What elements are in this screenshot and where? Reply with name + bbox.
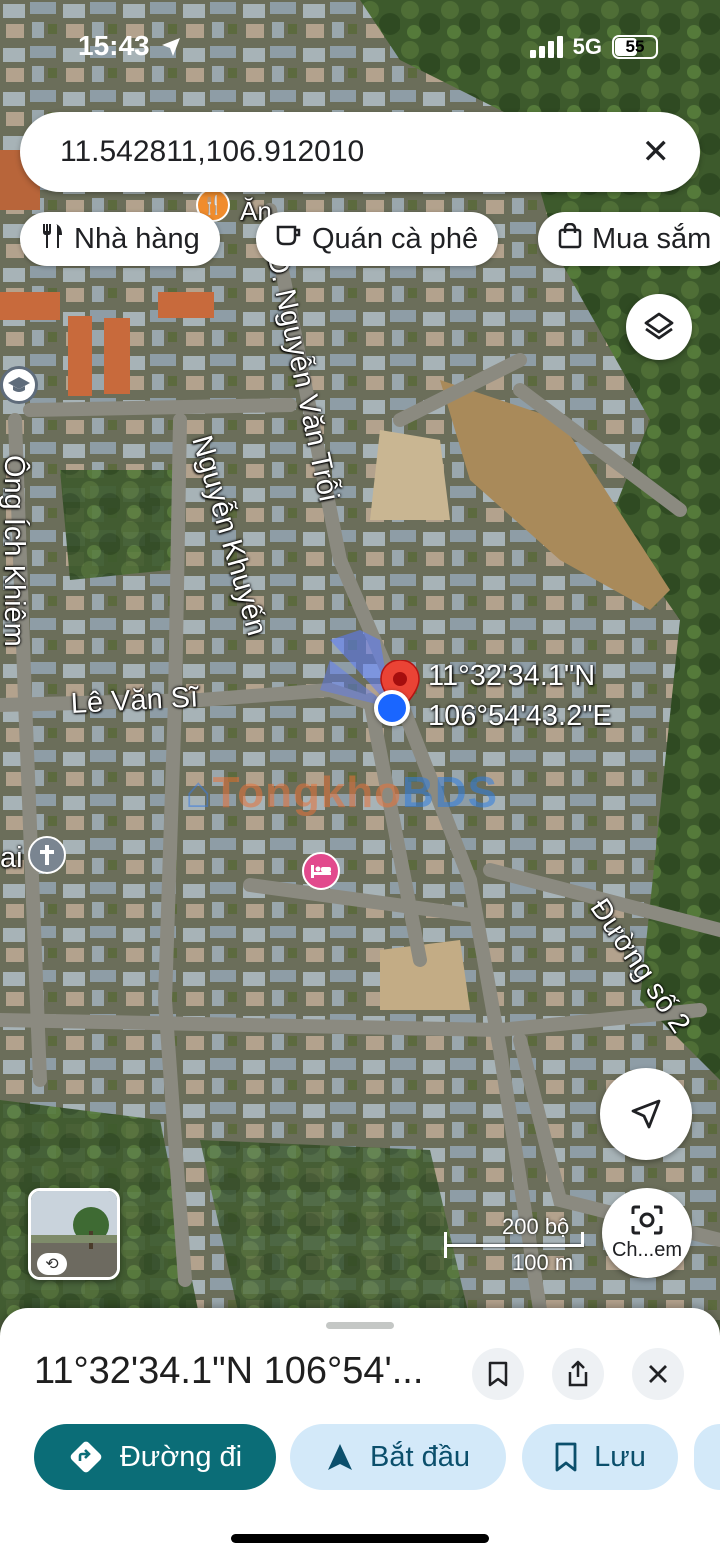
save-label: Lưu: [594, 1440, 646, 1473]
home-indicator[interactable]: [231, 1534, 489, 1543]
status-time: 15:43: [78, 30, 181, 62]
status-time-text: 15:43: [78, 30, 150, 61]
hotel-poi-icon[interactable]: [302, 852, 340, 890]
scale-imperial: 200 bộ: [502, 1214, 570, 1239]
chip-shopping[interactable]: Mua sắm: [538, 212, 720, 266]
share-button[interactable]: [552, 1348, 604, 1400]
street-view-thumbnail[interactable]: ⟲: [28, 1188, 120, 1280]
school-poi-icon[interactable]: [0, 366, 38, 404]
chip-shopping-label: Mua sắm: [592, 222, 712, 255]
watermark-home-icon: ⌂: [185, 768, 213, 817]
watermark: ⌂TongkhoBDS: [185, 768, 498, 818]
road-label-partial-left: ai: [0, 842, 23, 874]
layers-button[interactable]: [626, 294, 692, 360]
start-button[interactable]: Bắt đầu: [290, 1424, 506, 1490]
layers-icon: [644, 312, 674, 340]
coffee-cup-icon: [276, 224, 302, 255]
chip-restaurants[interactable]: Nhà hàng: [20, 212, 220, 266]
close-sheet-button[interactable]: [632, 1348, 684, 1400]
road-label-le-van-si: Lê Văn Sĩ: [70, 681, 199, 720]
camera-button-label: Ch...em: [611, 1238, 683, 1261]
sheet-drag-handle[interactable]: [326, 1322, 394, 1329]
search-input[interactable]: 11.542811,106.912010: [60, 135, 642, 169]
battery-icon: 55: [612, 35, 658, 59]
signal-bars-icon: [529, 36, 563, 58]
road-label-ong-ich-khiem: Ông Ích Khiêm: [0, 455, 30, 647]
share-icon: [568, 1360, 588, 1387]
church-poi-icon[interactable]: [28, 836, 66, 874]
chip-coffee[interactable]: Quán cà phê: [256, 212, 499, 266]
directions-button[interactable]: Đường đi: [34, 1424, 276, 1490]
shopping-bag-icon: [558, 222, 582, 256]
save-button[interactable]: Lưu: [522, 1424, 678, 1490]
navigation-arrow-icon: [631, 1099, 661, 1129]
navigation-arrow-icon: [328, 1444, 352, 1470]
camera-search-button[interactable]: Ch...em: [602, 1188, 692, 1278]
my-location-button[interactable]: [600, 1068, 692, 1160]
current-location-dot: [374, 690, 410, 726]
scale-bar: 200 bộ 100 m: [444, 1214, 589, 1276]
start-label: Bắt đầu: [370, 1440, 470, 1473]
camera-icon: [631, 1205, 663, 1234]
close-icon: [649, 1365, 667, 1383]
search-bar[interactable]: 11.542811,106.912010 ✕: [20, 112, 700, 192]
chip-restaurants-label: Nhà hàng: [74, 222, 200, 255]
place-title: 11°32'34.1"N 106°54'...: [34, 1350, 424, 1392]
rotate-360-icon: ⟲: [37, 1253, 67, 1275]
pin-longitude: 106°54'43.2"E: [428, 700, 612, 732]
battery-level: 55: [625, 37, 645, 56]
place-bottom-sheet[interactable]: 11°32'34.1"N 106°54'... Đường đi Bắt đầu…: [0, 1308, 720, 1560]
bookmark-icon: [555, 1442, 577, 1472]
pin-coordinate-label: 11°32'34.1"N 106°54'43.2"E: [428, 656, 612, 736]
save-bookmark-button[interactable]: [472, 1348, 524, 1400]
fork-knife-icon: [40, 223, 64, 256]
pin-latitude: 11°32'34.1"N: [428, 660, 596, 692]
directions-label: Đường đi: [119, 1440, 243, 1473]
watermark-text-2: BDS: [402, 768, 498, 817]
watermark-text-1: Tongkho: [212, 768, 403, 817]
status-bar: 15:43 5G 55: [0, 0, 720, 98]
clear-search-icon[interactable]: ✕: [642, 132, 671, 172]
scale-metric: 100 m: [512, 1250, 574, 1275]
directions-icon: [70, 1441, 102, 1473]
network-type: 5G: [572, 34, 602, 59]
chip-coffee-label: Quán cà phê: [312, 222, 479, 255]
location-arrow-icon: [162, 38, 181, 56]
more-actions-pill-partial[interactable]: [694, 1424, 720, 1490]
bookmark-icon: [488, 1361, 508, 1387]
